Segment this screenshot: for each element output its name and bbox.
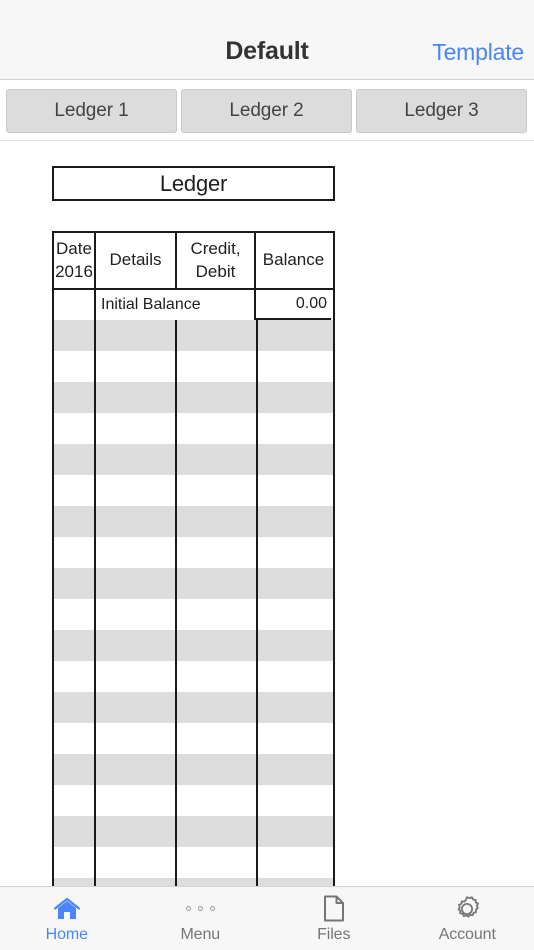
table-body[interactable] (52, 320, 335, 886)
column-header-details: Details (96, 233, 177, 288)
tab-account[interactable]: Account (401, 887, 534, 950)
tab-account-label: Account (438, 925, 496, 943)
ellipsis-dot (209, 906, 215, 911)
ledger-sheet: Ledger Date 2016 Details Credit, Debit B… (0, 141, 534, 886)
tab-bar: Home Menu Files Account (0, 886, 534, 950)
ellipsis-dot (185, 906, 191, 911)
nav-bar: Default Template (0, 0, 534, 80)
column-header-balance: Balance (256, 233, 331, 288)
document-icon (319, 895, 349, 923)
table-rule-details (175, 320, 177, 886)
cell-initial-balance[interactable]: 0.00 (256, 290, 331, 320)
tab-home-label: Home (45, 925, 88, 943)
segment-ledger-1[interactable]: Ledger 1 (6, 89, 177, 133)
gear-icon (452, 895, 482, 923)
table-header-row: Date 2016 Details Credit, Debit Balance (52, 231, 335, 290)
ledger-title-text: Ledger (159, 170, 228, 196)
column-header-details-label: Details (109, 250, 162, 270)
tab-menu[interactable]: Menu (134, 887, 268, 950)
segment-ledger-2[interactable]: Ledger 2 (181, 89, 352, 133)
column-header-credit-line2: Debit (195, 261, 236, 281)
ledger-table: Date 2016 Details Credit, Debit Balance … (52, 231, 335, 886)
column-header-date-line2: 2016 (55, 261, 93, 281)
home-icon (52, 895, 82, 923)
segment-ledger-3[interactable]: Ledger 3 (356, 89, 527, 133)
tab-menu-label: Menu (180, 925, 221, 943)
table-row-initial-balance: Initial Balance 0.00 (52, 290, 335, 320)
tab-home[interactable]: Home (0, 887, 134, 950)
column-header-credit-line1: Credit, (190, 238, 241, 258)
table-rule-credit (256, 320, 258, 886)
column-header-date: Date 2016 (54, 233, 96, 288)
tab-files-label: Files (317, 925, 351, 943)
ellipsis-dot (197, 906, 203, 911)
table-rule-left (52, 320, 54, 886)
ledger-segmented-control: Ledger 1 Ledger 2 Ledger 3 (6, 89, 527, 133)
column-header-credit-debit: Credit, Debit (177, 233, 256, 288)
column-header-date-line1: Date (56, 238, 92, 258)
template-button[interactable]: Template (432, 39, 524, 66)
column-header-balance-label: Balance (262, 250, 325, 270)
table-rule-date (94, 320, 96, 886)
ellipsis-icon (185, 895, 215, 923)
cell-initial-date[interactable] (54, 290, 96, 320)
ledger-title-box[interactable]: Ledger (52, 166, 335, 201)
table-rule-right (333, 320, 335, 886)
tab-files[interactable]: Files (267, 887, 401, 950)
cell-initial-details[interactable]: Initial Balance (96, 290, 256, 320)
